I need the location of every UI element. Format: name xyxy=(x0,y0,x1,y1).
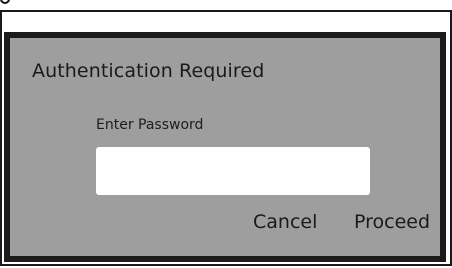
authentication-dialog: Authentication Required Enter Password C… xyxy=(4,32,446,262)
cancel-button[interactable]: Cancel xyxy=(253,211,317,233)
window-corner-decoration xyxy=(0,0,10,4)
password-input[interactable] xyxy=(96,147,370,195)
dialog-title: Authentication Required xyxy=(32,60,265,82)
proceed-button[interactable]: Proceed xyxy=(354,211,430,233)
screen: Authentication Required Enter Password C… xyxy=(0,0,452,268)
password-label: Enter Password xyxy=(96,117,204,133)
